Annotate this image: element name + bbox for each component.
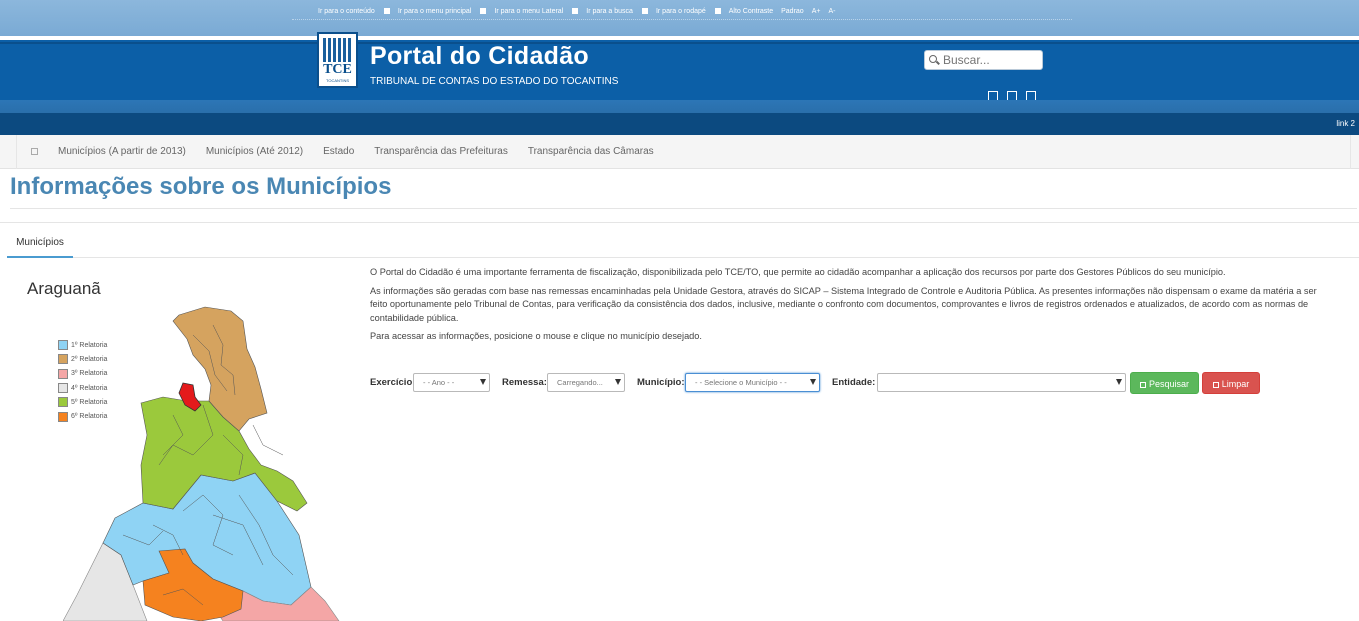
legend-swatch: [58, 340, 68, 351]
search-icon: [929, 55, 937, 63]
chevron-down-icon: [480, 379, 486, 385]
logo-text: TCE: [323, 62, 352, 77]
nav-item-transparencia-prefeituras[interactable]: Transparência das Prefeituras: [374, 146, 508, 157]
search-box[interactable]: [924, 50, 1043, 70]
keyboard-icon: [480, 8, 487, 15]
search-input[interactable]: [943, 53, 1039, 67]
divider: [10, 208, 1357, 209]
site-subtitle: TRIBUNAL DE CONTAS DO ESTADO DO TOCANTIN…: [370, 76, 619, 87]
intro-paragraph: O Portal do Cidadão é uma importante fer…: [370, 267, 1226, 277]
keyboard-icon: [714, 8, 721, 15]
legend-swatch: [58, 383, 68, 394]
municipio-select[interactable]: - - Selecione o Município - -: [685, 373, 820, 392]
site-title[interactable]: Portal do Cidadão: [370, 42, 589, 71]
legend-item: 3º Relatoria: [58, 367, 107, 381]
default-style-link[interactable]: Padrao: [781, 8, 804, 15]
font-increase-link[interactable]: A+: [812, 8, 821, 15]
site-header: TCE TOCANTINS Portal do Cidadão TRIBUNAL…: [0, 32, 1359, 101]
chevron-down-icon: [1116, 379, 1122, 385]
legend-item: 5º Relatoria: [58, 395, 107, 409]
accessibility-bar: Ir para o conteúdo Ir para o menu princi…: [0, 0, 1359, 36]
selected-municipality-name: Araguanã: [27, 279, 101, 298]
skip-to-content-link[interactable]: Ir para o conteúdo: [318, 8, 390, 15]
exercicio-select[interactable]: - - Ano - -: [413, 373, 490, 392]
chevron-down-icon: [615, 379, 621, 385]
logo-subtext: TOCANTINS: [325, 78, 350, 83]
secondary-band: link 2: [0, 113, 1359, 135]
nav-item-municipios-2013[interactable]: Municípios (A partir de 2013): [58, 146, 186, 157]
clear-button[interactable]: Limpar: [1202, 372, 1260, 394]
exercicio-label: Exercício:: [370, 377, 416, 388]
home-icon[interactable]: [31, 148, 38, 155]
skip-to-search-link[interactable]: Ir para a busca: [586, 8, 648, 15]
header-band: [0, 100, 1359, 113]
eraser-icon: [1212, 381, 1219, 388]
font-decrease-link[interactable]: A-: [828, 8, 835, 15]
entidade-label: Entidade:: [832, 377, 876, 388]
entidade-select[interactable]: [877, 373, 1126, 392]
building-icon: [323, 38, 352, 62]
remessa-label: Remessa:: [502, 377, 547, 388]
legend-item: 2º Relatoria: [58, 352, 107, 366]
legend-item: 4º Relatoria: [58, 381, 107, 395]
tce-logo[interactable]: TCE TOCANTINS: [317, 32, 358, 88]
keyboard-icon: [572, 8, 579, 15]
map-panel: Araguanã 1º Relatoria 2º Relatoria 3º Re…: [7, 260, 357, 621]
legend-item: 6º Relatoria: [58, 409, 107, 423]
keyboard-icon: [641, 8, 648, 15]
nav-item-transparencia-camaras[interactable]: Transparência das Câmaras: [528, 146, 654, 157]
search-icon: [1139, 381, 1146, 388]
divider: [0, 222, 1359, 223]
legend-swatch: [58, 368, 68, 379]
chevron-down-icon: [810, 379, 816, 385]
skip-to-footer-link[interactable]: Ir para o rodapé: [656, 8, 721, 15]
remessa-select[interactable]: Carregando...: [547, 373, 625, 392]
nav-item-estado[interactable]: Estado: [323, 146, 354, 157]
municipio-label: Município:: [637, 377, 685, 388]
filter-form: Exercício: - - Ano - - Remessa: Carregan…: [370, 372, 1270, 394]
nav-item-municipios-2012[interactable]: Municípios (Até 2012): [206, 146, 303, 157]
legend-swatch: [58, 354, 68, 365]
legend-item: 1º Relatoria: [58, 338, 107, 352]
accessibility-links: Ir para o conteúdo Ir para o menu princi…: [318, 8, 843, 15]
intro-paragraph: Para acessar as informações, posicione o…: [370, 331, 702, 341]
tab-municipios[interactable]: Municípios: [7, 231, 73, 258]
keyboard-icon: [383, 8, 390, 15]
band-link[interactable]: link 2: [1336, 119, 1355, 128]
high-contrast-link[interactable]: Alto Contraste: [729, 8, 773, 15]
skip-to-side-menu-link[interactable]: Ir para o menu Lateral: [494, 8, 579, 15]
main-nav: Municípios (A partir de 2013) Municípios…: [0, 135, 1359, 169]
intro-paragraph: As informações são geradas com base nas …: [370, 285, 1317, 323]
search-button[interactable]: Pesquisar: [1130, 372, 1199, 394]
intro-text: O Portal do Cidadão é uma importante fer…: [370, 266, 1322, 349]
legend-swatch: [58, 411, 68, 422]
legend-swatch: [58, 397, 68, 408]
tab-bar: Municípios: [7, 231, 1359, 258]
skip-to-main-menu-link[interactable]: Ir para o menu principal: [398, 8, 487, 15]
divider: [292, 19, 1072, 20]
page-title: Informações sobre os Municípios: [10, 173, 392, 200]
map-legend: 1º Relatoria 2º Relatoria 3º Relatoria 4…: [58, 338, 107, 424]
